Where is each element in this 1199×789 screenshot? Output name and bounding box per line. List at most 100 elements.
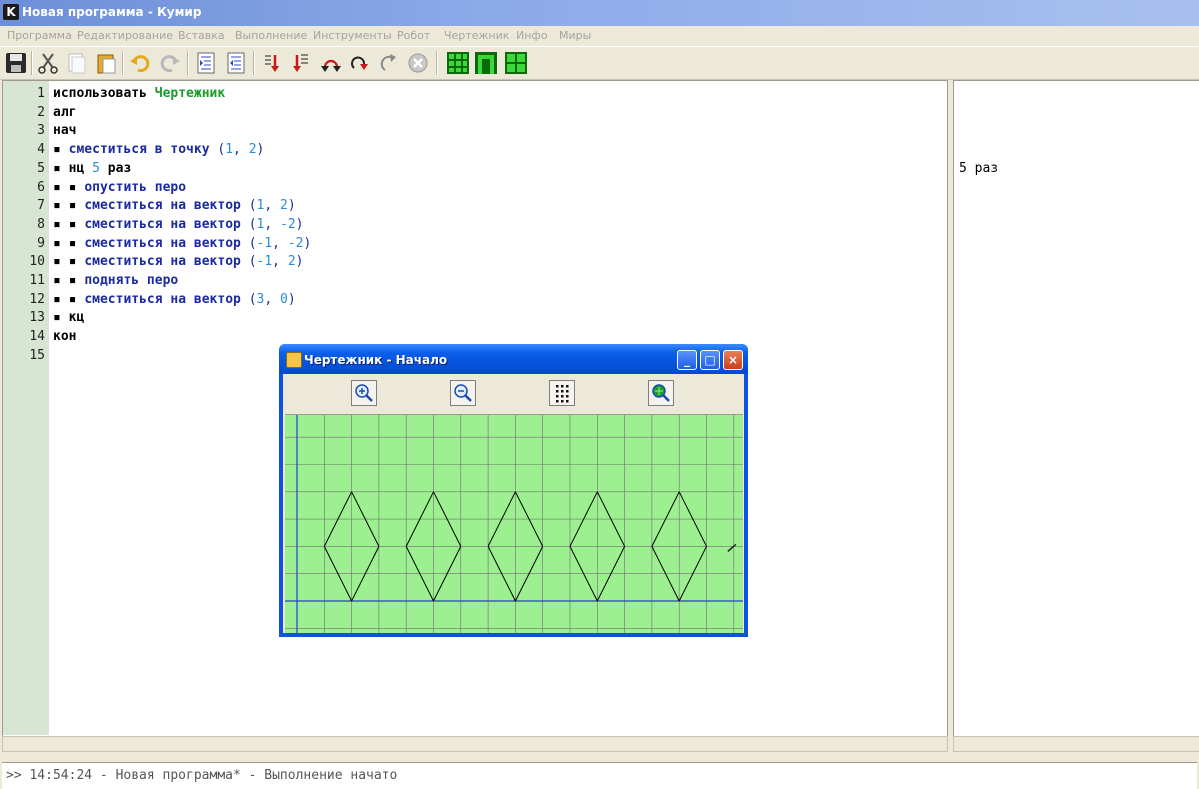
code-line[interactable]: ▪ сместиться в точку (1, 2) [53,142,264,157]
maximize-button[interactable]: □ [700,350,720,370]
code-token: ) [287,291,296,307]
run-step-icon[interactable] [289,51,313,75]
editor-horizontal-scrollbar[interactable] [2,736,948,752]
code-token: , [272,235,288,251]
code-token: 2 [280,198,288,214]
line-number: 15 [29,347,45,363]
code-line[interactable]: нач [53,123,76,138]
code-line[interactable]: алг [53,105,76,120]
menu-program[interactable]: Программа [7,29,72,42]
code-line[interactable]: использовать Чертежник [53,86,225,101]
line-number: 7 [37,198,45,214]
code-token: 5 [92,160,100,176]
code-line[interactable]: ▪ ▪ сместиться на вектор (3, 0) [53,292,296,307]
code-token: сместиться на вектор [84,216,249,232]
code-line[interactable]: ▪ ▪ сместиться на вектор (-1, -2) [53,236,311,251]
line-number: 10 [29,254,45,270]
minimize-button[interactable]: _ [677,350,697,370]
line-number: 14 [29,329,45,345]
code-token: , [264,291,280,307]
margin-panel: 5 раз [953,80,1199,738]
stop-icon[interactable] [406,51,430,75]
zoom-out-icon[interactable] [450,380,476,406]
code-line[interactable]: ▪ ▪ опустить перо [53,180,186,195]
code-token: сместиться на вектор [84,254,249,270]
code-token: поднять перо [84,273,179,288]
grid-dot [556,395,559,398]
code-token: сместиться на вектор [84,235,249,251]
drawer-title-bar[interactable]: Чертежник - Начало _ □ × [279,344,748,374]
code-token: ( [248,216,257,232]
close-button[interactable]: × [723,350,743,370]
code-token: сместиться на вектор [84,291,249,307]
toolbar-separator [31,51,33,75]
code-token: , [264,198,280,214]
cut-icon[interactable] [36,51,60,75]
code-line[interactable]: ▪ нц 5 раз [53,161,131,176]
grid-dot [566,385,569,388]
menu-run[interactable]: Выполнение [235,29,307,42]
code-token: кц [68,310,85,326]
menu-robot[interactable]: Робот [397,29,430,42]
drawing-canvas[interactable] [285,414,743,633]
copy-icon[interactable] [64,51,88,75]
line-number: 9 [37,235,45,251]
robot-window-icon[interactable] [474,51,498,75]
code-token: ▪ [53,310,69,326]
menu-tools[interactable]: Инструменты [313,29,392,42]
step-over-icon[interactable] [319,51,343,75]
grid-icon[interactable] [549,380,575,406]
menu-drawer[interactable]: Чертежник [444,29,509,42]
code-token: сместиться на вектор [84,198,249,214]
code-line[interactable]: кон [53,329,76,344]
step-into-icon[interactable] [347,51,371,75]
code-line[interactable]: ▪ ▪ поднять перо [53,273,178,288]
indent-icon[interactable] [194,51,218,75]
code-line[interactable]: ▪ ▪ сместиться на вектор (-1, 2) [53,254,303,269]
code-token: ( [248,235,257,251]
code-line[interactable]: ▪ кц [53,310,84,325]
line-number: 5 [37,160,45,176]
line-number: 4 [37,142,45,158]
margin-horizontal-scrollbar[interactable] [953,736,1199,752]
menu-insert[interactable]: Вставка [178,29,225,42]
robot-field-icon[interactable] [446,51,470,75]
grid-dot [556,400,559,403]
code-token: ( [248,254,257,270]
step-out-icon[interactable] [377,51,401,75]
toolbar-separator [122,51,124,75]
toolbar [0,46,1199,80]
line-number: 3 [37,123,45,139]
title-bar: K Новая программа - Кумир [0,0,1199,26]
code-token: опустить перо [84,179,187,195]
save-icon[interactable] [4,51,28,75]
code-token: ▪ ▪ [53,291,85,307]
menu-edit[interactable]: Редактирование [77,29,173,42]
code-token: нц [68,160,93,176]
code-line[interactable]: ▪ ▪ сместиться на вектор (1, -2) [53,217,303,232]
code-token: -2 [280,216,296,232]
console-output: >> 14:54:24 - Новая программа* - Выполне… [2,762,1197,789]
redo-icon[interactable] [158,51,182,75]
run-icon[interactable] [260,51,284,75]
drawer-title: Чертежник - Начало [304,353,448,367]
grid-dot [556,390,559,393]
code-token: -1 [256,254,273,270]
code-token: ▪ [53,142,69,158]
code-line[interactable]: ▪ ▪ сместиться на вектор (1, 2) [53,198,296,213]
grid-dot [566,395,569,398]
unindent-icon[interactable] [224,51,248,75]
drawer-window-icon[interactable] [504,51,528,75]
code-token: ▪ ▪ [53,254,85,270]
code-token: 2 [287,254,296,270]
zoom-in-icon[interactable] [351,380,377,406]
drawer-window: Чертежник - Начало _ □ × [279,344,748,637]
paste-icon[interactable] [94,51,118,75]
code-token: ) [295,216,304,232]
undo-icon[interactable] [128,51,152,75]
drawer-body [283,374,744,633]
fit-icon[interactable] [648,380,674,406]
toolbar-separator [187,51,189,75]
menu-info[interactable]: Инфо [516,29,548,42]
menu-worlds[interactable]: Миры [559,29,591,42]
